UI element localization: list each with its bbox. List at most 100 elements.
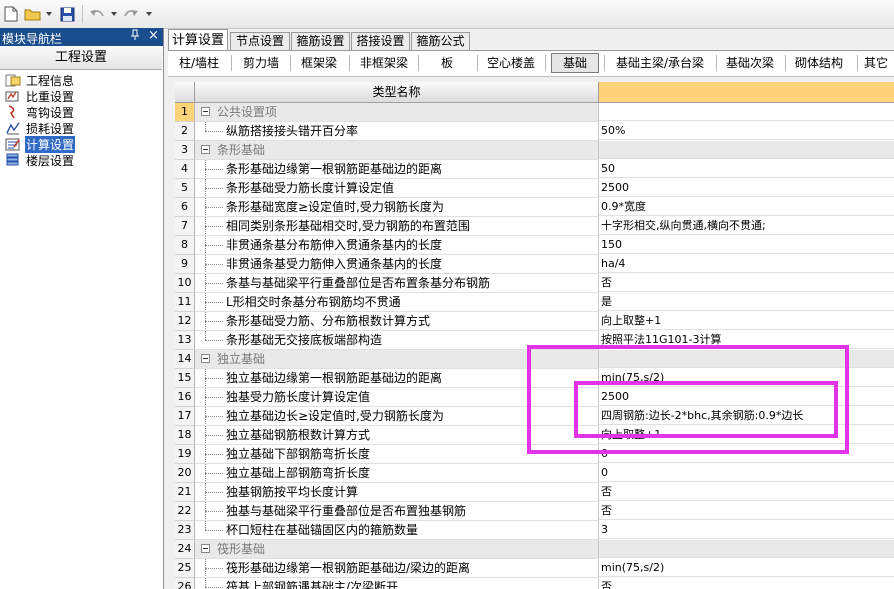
category-row[interactable]: 1 公共设置项: [175, 103, 894, 122]
undo-dropdown-arrow[interactable]: [111, 12, 117, 16]
subtab-secondary-foundation-beam[interactable]: 基础次梁: [721, 54, 779, 72]
setting-value-cell[interactable]: 50%: [599, 122, 894, 140]
tab-calc-settings[interactable]: 计算设置: [168, 29, 228, 51]
table-row[interactable]: 2 纵筋搭接接头错开百分率 50%: [175, 122, 894, 141]
row-number: 13: [175, 331, 195, 350]
row-number: 8: [175, 236, 195, 255]
setting-value-cell[interactable]: 按照平法11G101-3计算: [599, 331, 894, 349]
table-row[interactable]: 13 条形基础无交接底板端部构造 按照平法11G101-3计算: [175, 331, 894, 350]
tab-node-settings[interactable]: 节点设置: [230, 32, 290, 50]
setting-value-cell[interactable]: 否: [599, 578, 894, 589]
setting-value-cell[interactable]: 是: [599, 293, 894, 311]
setting-value-cell[interactable]: 0.9*宽度: [599, 198, 894, 216]
redo-dropdown-arrow[interactable]: [146, 12, 152, 16]
open-dropdown-arrow[interactable]: [46, 12, 52, 16]
table-row[interactable]: 5 条形基础受力筋长度计算设定值 2500: [175, 179, 894, 198]
table-row[interactable]: 11 L形相交时条基分布钢筋均不贯通 是: [175, 293, 894, 312]
collapse-icon[interactable]: [201, 145, 210, 154]
nav-item-calc-settings[interactable]: 计算设置: [4, 135, 76, 153]
category-row[interactable]: 14 独立基础: [175, 350, 894, 369]
table-row[interactable]: 15 独立基础边缘第一根钢筋距基础边的距离 min(75,s/2): [175, 369, 894, 388]
open-folder-icon[interactable]: [24, 5, 42, 23]
redo-icon[interactable]: [122, 5, 140, 23]
nav-item-loss[interactable]: 损耗设置: [4, 120, 75, 136]
collapse-icon[interactable]: [201, 107, 210, 116]
setting-value-cell[interactable]: min(75,s/2): [599, 559, 894, 577]
collapse-icon[interactable]: [201, 544, 210, 553]
table-row[interactable]: 18 独立基础钢筋根数计算方式 向上取整+1: [175, 426, 894, 445]
tab-lap-settings[interactable]: 搭接设置: [351, 32, 410, 50]
nav-section-header[interactable]: 工程设置: [0, 47, 162, 70]
nav-item-floor-settings[interactable]: 楼层设置: [4, 152, 75, 168]
subtab-non-frame-beam[interactable]: 非框架梁: [354, 54, 414, 72]
setting-value-cell[interactable]: 50: [599, 160, 894, 178]
table-row[interactable]: 23 杯口短柱在基础锚固区内的箍筋数量 3: [175, 521, 894, 540]
subtab-hollow-floor[interactable]: 空心楼盖: [482, 54, 540, 72]
new-file-icon[interactable]: [2, 5, 20, 23]
setting-value-cell[interactable]: 向上取整+1: [599, 426, 894, 444]
subtab-other[interactable]: 其它: [864, 54, 894, 72]
undo-icon[interactable]: [88, 5, 106, 23]
table-row[interactable]: 21 独基钢筋按平均长度计算 否: [175, 483, 894, 502]
table-row[interactable]: 8 非贯通条基分布筋伸入贯通条基内的长度 150: [175, 236, 894, 255]
setting-value-cell[interactable]: 2500: [599, 179, 894, 197]
tree-branch: [205, 454, 223, 455]
category-row[interactable]: 24 筏形基础: [175, 540, 894, 559]
subtab-foundation[interactable]: 基础: [551, 53, 599, 73]
setting-label: 条形基础边缘第一根钢筋距基础边的距离: [226, 162, 443, 176]
table-row[interactable]: 22 独基与基础梁平行重叠部位是否布置独基钢筋 否: [175, 502, 894, 521]
tab-stirrup-settings[interactable]: 箍筋设置: [291, 32, 350, 50]
table-row[interactable]: 9 非贯通条基受力筋伸入贯通条基内的长度 ha/4: [175, 255, 894, 274]
table-row[interactable]: 26 筏基上部钢筋遇基础主/次梁断开 否: [175, 578, 894, 589]
category-name-cell: 公共设置项: [195, 103, 599, 122]
table-row[interactable]: 20 独立基础上部钢筋弯折长度 0: [175, 464, 894, 483]
setting-value-cell[interactable]: 向上取整+1: [599, 312, 894, 330]
subtab-shear-wall[interactable]: 剪力墙: [236, 54, 286, 72]
setting-label: 相同类别条形基础相交时,受力钢筋的布置范围: [226, 219, 470, 233]
collapse-icon[interactable]: [201, 354, 210, 363]
close-icon[interactable]: ×: [148, 28, 159, 43]
table-row[interactable]: 16 独基受力筋长度计算设定值 2500: [175, 388, 894, 407]
setting-label: 条形基础宽度≥设定值时,受力钢筋长度为: [226, 200, 444, 214]
setting-label: 筏基上部钢筋遇基础主/次梁断开: [226, 580, 399, 589]
tree-line: [205, 331, 206, 340]
subtab-main-foundation-beam[interactable]: 基础主梁/承台梁: [610, 54, 710, 72]
setting-value-cell[interactable]: 0: [599, 445, 894, 463]
table-row[interactable]: 12 条形基础受力筋、分布筋根数计算方式 向上取整+1: [175, 312, 894, 331]
pin-icon[interactable]: [130, 29, 140, 44]
setting-value-cell[interactable]: 0: [599, 464, 894, 482]
subtab-slab[interactable]: 板: [425, 54, 469, 72]
tree-branch: [205, 321, 223, 322]
setting-value-cell[interactable]: 否: [599, 483, 894, 501]
table-row[interactable]: 17 独立基础边长≥设定值时,受力钢筋长度为 四周钢筋:边长-2*bhc,其余钢筋:…: [175, 407, 894, 426]
setting-name-cell: 条形基础边缘第一根钢筋距基础边的距离: [195, 160, 599, 179]
setting-value-cell[interactable]: 否: [599, 274, 894, 292]
nav-item-density[interactable]: 比重设置: [4, 88, 75, 104]
tree-line: [205, 122, 206, 131]
table-row[interactable]: 4 条形基础边缘第一根钢筋距基础边的距离 50: [175, 160, 894, 179]
table-row[interactable]: 6 条形基础宽度≥设定值时,受力钢筋长度为 0.9*宽度: [175, 198, 894, 217]
table-row[interactable]: 7 相同类别条形基础相交时,受力钢筋的布置范围 十字形相交,纵向贯通,横向不贯通;: [175, 217, 894, 236]
table-row[interactable]: 25 筏形基础边缘第一根钢筋距基础边/梁边的距离 min(75,s/2): [175, 559, 894, 578]
setting-value-cell[interactable]: 否: [599, 502, 894, 520]
subtab-column[interactable]: 柱/墙柱: [172, 54, 226, 72]
table-row[interactable]: 19 独立基础下部钢筋弯折长度 0: [175, 445, 894, 464]
setting-value-cell[interactable]: 3: [599, 521, 894, 539]
subtab-masonry[interactable]: 砌体结构: [789, 54, 849, 72]
category-row[interactable]: 3 条形基础: [175, 141, 894, 160]
nav-item-project-info[interactable]: 工程信息: [4, 72, 75, 88]
subtab-frame-beam[interactable]: 框架梁: [294, 54, 344, 72]
setting-value-cell[interactable]: 150: [599, 236, 894, 254]
nav-item-hook[interactable]: 弯钩设置: [4, 104, 75, 120]
row-number: 20: [175, 464, 195, 483]
setting-value-cell[interactable]: 四周钢筋:边长-2*bhc,其余钢筋:0.9*边长: [599, 407, 894, 425]
save-icon[interactable]: [58, 5, 76, 23]
setting-value-cell[interactable]: min(75,s/2): [599, 369, 894, 387]
row-number: 6: [175, 198, 195, 217]
setting-name-cell: 非贯通条基受力筋伸入贯通条基内的长度: [195, 255, 599, 274]
setting-value-cell[interactable]: 2500: [599, 388, 894, 406]
tab-stirrup-formula[interactable]: 箍筋公式: [411, 32, 470, 50]
setting-value-cell[interactable]: 十字形相交,纵向贯通,横向不贯通;: [599, 217, 894, 235]
table-row[interactable]: 10 条基与基础梁平行重叠部位是否布置条基分布钢筋 否: [175, 274, 894, 293]
setting-value-cell[interactable]: ha/4: [599, 255, 894, 273]
